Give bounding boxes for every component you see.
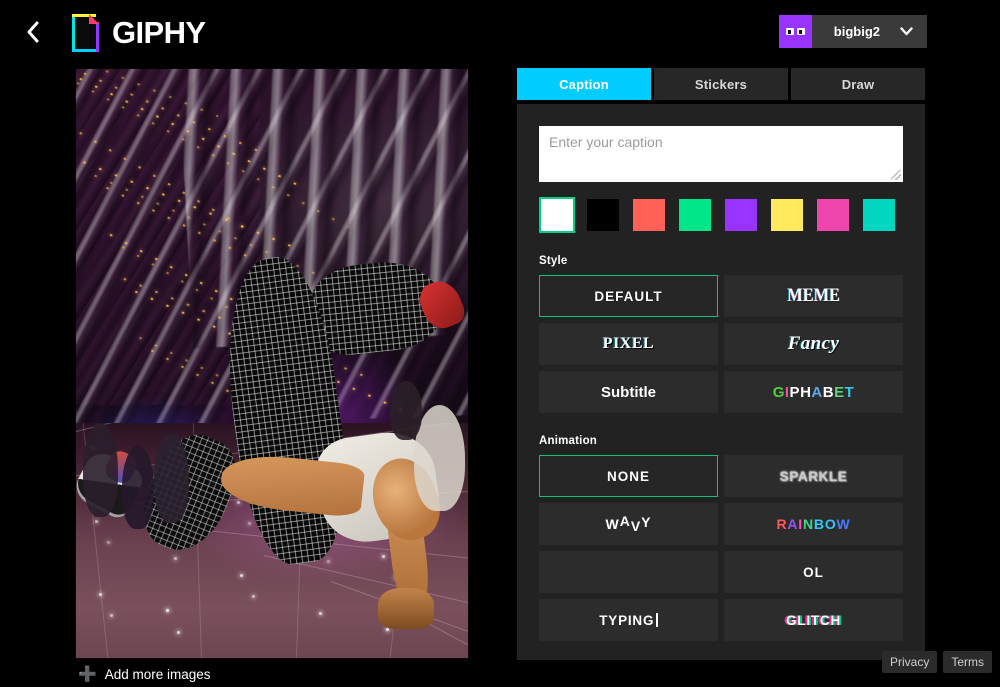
color-swatch-fill bbox=[587, 199, 619, 231]
tab-draw[interactable]: Draw bbox=[791, 68, 925, 100]
giphy-logo-icon bbox=[72, 14, 99, 52]
color-swatch-coral[interactable] bbox=[631, 197, 667, 233]
color-swatch-teal[interactable] bbox=[861, 197, 897, 233]
color-swatch-fill bbox=[679, 199, 711, 231]
privacy-link[interactable]: Privacy bbox=[881, 651, 938, 673]
animation-option-glitch[interactable]: GLITCH bbox=[724, 599, 903, 641]
style-option-default[interactable]: DEFAULT bbox=[539, 275, 718, 317]
caption-panel: Style DEFAULTMEMEPIXELFancySubtitleGIPHA… bbox=[517, 104, 925, 660]
color-swatch-fill bbox=[863, 199, 895, 231]
animation-option-ol[interactable]: OL bbox=[724, 551, 903, 593]
terms-link[interactable]: Terms bbox=[943, 651, 992, 673]
animation-option-blank[interactable] bbox=[539, 551, 718, 593]
style-option-pixel[interactable]: PIXEL bbox=[539, 323, 718, 365]
tab-caption[interactable]: Caption bbox=[517, 68, 651, 100]
animation-option-rainbow[interactable]: RAINBOW bbox=[724, 503, 903, 545]
animation-options: NONE SPARKLE WAVY RAINBOW OL TYPING GLITCH bbox=[539, 455, 903, 641]
animation-option-none[interactable]: NONE bbox=[539, 455, 718, 497]
account-menu[interactable]: bigbig2 bbox=[778, 15, 927, 48]
color-swatches bbox=[539, 197, 903, 233]
editor-tabs: Caption Stickers Draw bbox=[517, 68, 925, 100]
chevron-down-icon bbox=[900, 15, 927, 48]
color-swatch-fill bbox=[817, 199, 849, 231]
color-swatch-black[interactable] bbox=[585, 197, 621, 233]
animation-option-wavy[interactable]: WAVY bbox=[539, 503, 718, 545]
color-swatch-fill bbox=[633, 199, 665, 231]
color-swatch-white[interactable] bbox=[539, 197, 575, 233]
animation-option-sparkle[interactable]: SPARKLE bbox=[724, 455, 903, 497]
giphy-upload-editor: GIPHY bigbig2 ➕ Add more images Caption … bbox=[0, 0, 1000, 687]
add-more-images-label: Add more images bbox=[104, 667, 211, 682]
style-option-subtitle[interactable]: Subtitle bbox=[539, 371, 718, 413]
chevron-left-icon bbox=[27, 21, 38, 43]
style-options: DEFAULT MEME PIXEL Fancy Subtitle GIPHABET bbox=[539, 275, 903, 413]
back-button[interactable] bbox=[16, 16, 48, 48]
color-swatch-magenta[interactable] bbox=[815, 197, 851, 233]
style-option-giphabet[interactable]: GIPHABET bbox=[724, 371, 903, 413]
image-preview[interactable] bbox=[75, 68, 469, 659]
color-swatch-green[interactable] bbox=[677, 197, 713, 233]
color-swatch-yellow[interactable] bbox=[769, 197, 805, 233]
style-option-meme[interactable]: MEME bbox=[724, 275, 903, 317]
legal-links: Privacy Terms bbox=[881, 651, 992, 673]
color-swatch-fill bbox=[771, 199, 803, 231]
app-header: GIPHY bigbig2 bbox=[0, 0, 1000, 64]
color-swatch-purple[interactable] bbox=[723, 197, 759, 233]
account-username: bigbig2 bbox=[833, 24, 880, 39]
plus-icon: ➕ bbox=[78, 666, 97, 683]
caption-input-wrap bbox=[539, 126, 903, 182]
giphy-logo-text: GIPHY bbox=[112, 15, 206, 50]
avatar bbox=[778, 15, 812, 48]
style-section-label: Style bbox=[539, 255, 568, 267]
caption-input[interactable] bbox=[539, 126, 903, 182]
animation-section-label: Animation bbox=[539, 435, 598, 447]
eyes-avatar-icon bbox=[785, 28, 805, 35]
add-more-images-button[interactable]: ➕ Add more images bbox=[78, 667, 211, 682]
uploaded-photo bbox=[75, 68, 469, 659]
tab-stickers[interactable]: Stickers bbox=[654, 68, 788, 100]
style-option-fancy[interactable]: Fancy bbox=[724, 323, 903, 365]
color-swatch-fill bbox=[725, 199, 757, 231]
giphy-logo[interactable]: GIPHY bbox=[72, 14, 206, 52]
color-swatch-fill bbox=[541, 199, 573, 231]
animation-option-typing[interactable]: TYPING bbox=[539, 599, 718, 641]
